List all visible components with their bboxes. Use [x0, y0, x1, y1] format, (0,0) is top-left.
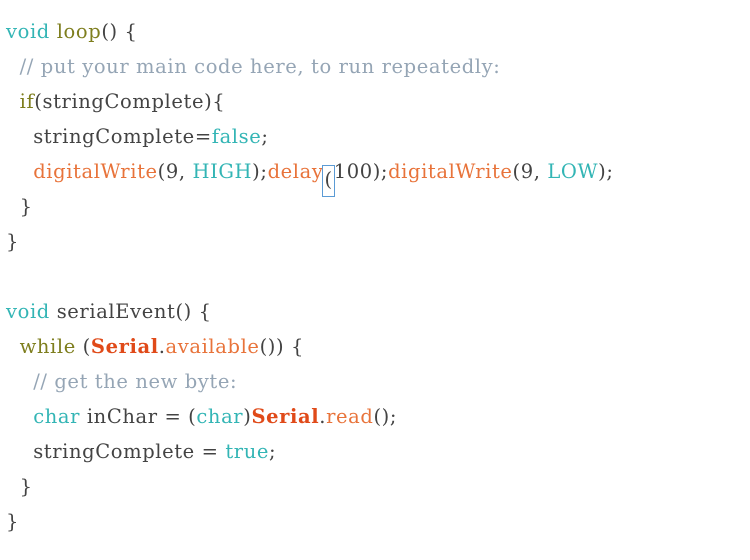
code-token: LOW — [547, 160, 599, 183]
code-token: HIGH — [192, 160, 253, 183]
code-token: inChar = ( — [80, 405, 197, 428]
code-token: void — [6, 300, 50, 323]
code-line[interactable]: } — [0, 189, 750, 224]
code-line[interactable]: void loop() { — [0, 14, 750, 49]
code-token: available — [165, 335, 260, 358]
code-token: (stringComplete){ — [34, 90, 226, 113]
code-token: digitalWrite — [388, 160, 513, 183]
code-token: // put your main code here, to run repea… — [19, 55, 501, 78]
code-editor[interactable]: void loop() { // put your main code here… — [0, 0, 750, 560]
code-token: loop — [56, 20, 102, 43]
code-token: ; — [261, 125, 269, 148]
code-token: () { — [101, 20, 138, 43]
matching-paren-highlight: ( — [322, 165, 335, 197]
code-token: Serial — [90, 335, 159, 358]
code-token: . — [158, 335, 166, 358]
code-lines-container[interactable]: void loop() { // put your main code here… — [0, 14, 750, 539]
code-token: stringComplete = — [6, 440, 226, 463]
code-token: char — [33, 405, 81, 428]
code-token: ( — [75, 335, 91, 358]
code-line[interactable]: } — [0, 504, 750, 539]
code-line[interactable]: // put your main code here, to run repea… — [0, 49, 750, 84]
code-token: true — [225, 440, 270, 463]
code-line[interactable]: } — [0, 469, 750, 504]
code-token: stringComplete= — [6, 125, 212, 148]
code-token: } — [6, 230, 20, 253]
code-token: while — [19, 335, 76, 358]
code-token: serialEvent() { — [49, 300, 212, 323]
code-line[interactable]: digitalWrite(9, HIGH);delay(100);digital… — [0, 154, 750, 197]
code-token: void — [6, 20, 50, 43]
code-token: digitalWrite — [33, 160, 158, 183]
code-line[interactable] — [0, 259, 750, 294]
code-token: ; — [269, 440, 277, 463]
code-token: if — [19, 90, 35, 113]
code-token: char — [196, 405, 244, 428]
code-token: (9, — [157, 160, 193, 183]
code-token: } — [6, 510, 20, 533]
code-token: ); — [252, 160, 268, 183]
code-line[interactable]: stringComplete = true; — [0, 434, 750, 469]
code-token: } — [6, 195, 33, 218]
code-line[interactable]: void serialEvent() { — [0, 294, 750, 329]
code-token: false — [211, 125, 262, 148]
code-line[interactable]: char inChar = (char)Serial.read(); — [0, 399, 750, 434]
code-line[interactable]: // get the new byte: — [0, 364, 750, 399]
code-line[interactable]: stringComplete=false; — [0, 119, 750, 154]
code-token: // get the new byte: — [33, 370, 238, 393]
code-token: (9, — [512, 160, 548, 183]
code-line[interactable]: if(stringComplete){ — [0, 84, 750, 119]
code-token: ()) { — [259, 335, 304, 358]
code-token: delay — [267, 160, 324, 183]
code-line[interactable]: } — [0, 224, 750, 259]
code-line[interactable]: while (Serial.available()) { — [0, 329, 750, 364]
code-token: 100); — [333, 160, 389, 183]
code-token: ); — [598, 160, 614, 183]
code-token: Serial — [251, 405, 320, 428]
code-token: } — [6, 475, 33, 498]
code-token: read — [326, 405, 374, 428]
code-token: (); — [373, 405, 398, 428]
